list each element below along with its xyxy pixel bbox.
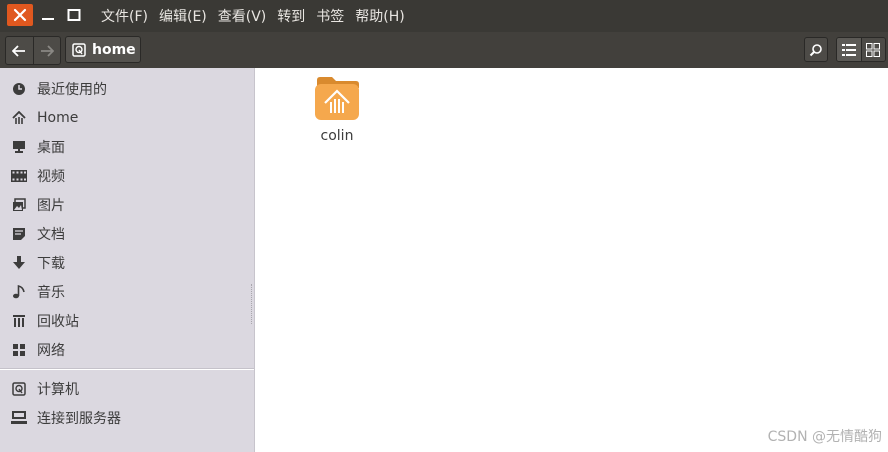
sidebar-item-label: Home: [37, 109, 79, 126]
file-view: colin CSDN @无情酷狗: [255, 68, 888, 452]
sidebar-item-recent[interactable]: 最近使用的: [0, 74, 254, 103]
drive-icon: [72, 42, 86, 57]
sidebar-divider: [0, 368, 254, 370]
maximize-button[interactable]: [64, 4, 84, 26]
clock-icon: [11, 81, 27, 97]
server-icon: [11, 410, 27, 426]
arrow-left-icon: [12, 44, 26, 57]
sidebar-item-downloads[interactable]: 下载: [0, 248, 254, 277]
sidebar-item-label: 音乐: [37, 284, 65, 301]
close-button[interactable]: [7, 4, 33, 26]
toolbar: home: [0, 32, 888, 68]
sidebar-item-network[interactable]: 网络: [0, 335, 254, 364]
close-icon: [13, 8, 27, 22]
list-view-button[interactable]: [837, 38, 861, 61]
watermark-text: CSDN @无情酷狗: [767, 429, 882, 445]
document-icon: [11, 226, 27, 242]
sidebar-item-label: 桌面: [37, 139, 65, 156]
breadcrumb-label: home: [92, 41, 136, 58]
picture-icon: [11, 197, 27, 213]
sidebar: 最近使用的 Home 桌面 视频 图片 文档 下载 音乐 回收站 网络 计算机: [0, 68, 255, 452]
sidebar-item-home[interactable]: Home: [0, 103, 254, 132]
film-icon: [11, 168, 27, 184]
search-icon: [809, 43, 822, 56]
sidebar-item-label: 视频: [37, 168, 65, 185]
sidebar-item-label: 计算机: [37, 381, 79, 398]
menu-edit[interactable]: 编辑(E): [159, 6, 207, 26]
minimize-button[interactable]: [38, 4, 58, 26]
sidebar-item-label: 文档: [37, 226, 65, 243]
music-note-icon: [11, 284, 27, 300]
sidebar-item-label: 图片: [37, 197, 65, 214]
sidebar-item-videos[interactable]: 视频: [0, 161, 254, 190]
menu-file[interactable]: 文件(F): [101, 6, 148, 26]
title-menu-bar: 文件(F) 编辑(E) 查看(V) 转到 书签 帮助(H): [0, 0, 888, 32]
sidebar-item-label: 最近使用的: [37, 81, 107, 98]
sidebar-item-desktop[interactable]: 桌面: [0, 132, 254, 161]
sidebar-item-label: 网络: [37, 342, 65, 359]
navigation-buttons: [5, 36, 61, 65]
sidebar-item-computer[interactable]: 计算机: [0, 374, 254, 403]
drive-icon: [11, 381, 27, 397]
desktop-icon: [11, 139, 27, 155]
sidebar-item-trash[interactable]: 回收站: [0, 306, 254, 335]
list-view-icon: [841, 43, 856, 56]
maximize-icon: [67, 9, 81, 21]
breadcrumb-home[interactable]: home: [65, 36, 141, 63]
sidebar-item-pictures[interactable]: 图片: [0, 190, 254, 219]
search-button[interactable]: [804, 37, 828, 62]
sidebar-item-documents[interactable]: 文档: [0, 219, 254, 248]
sidebar-item-label: 下载: [37, 255, 65, 272]
menu-go[interactable]: 转到: [277, 6, 305, 26]
file-item-colin[interactable]: colin: [307, 76, 367, 144]
minimize-icon: [42, 18, 54, 20]
sidebar-resize-handle[interactable]: [251, 284, 254, 324]
trash-icon: [11, 313, 27, 329]
download-arrow-icon: [11, 255, 27, 271]
menu-bookmarks[interactable]: 书签: [316, 6, 344, 26]
grid-view-button[interactable]: [861, 38, 885, 61]
network-icon: [11, 342, 27, 358]
file-name: colin: [320, 128, 354, 144]
sidebar-item-connect-server[interactable]: 连接到服务器: [0, 403, 254, 432]
home-icon: [11, 110, 27, 126]
menu-help[interactable]: 帮助(H): [355, 6, 404, 26]
forward-button[interactable]: [34, 37, 61, 64]
arrow-right-icon: [40, 44, 54, 57]
sidebar-item-music[interactable]: 音乐: [0, 277, 254, 306]
sidebar-item-label: 回收站: [37, 313, 79, 330]
view-switcher: [836, 37, 886, 62]
home-folder-icon: [315, 77, 359, 120]
menu-view[interactable]: 查看(V): [218, 6, 267, 26]
back-button[interactable]: [6, 37, 33, 64]
grid-view-icon: [866, 42, 881, 57]
menu-bar: 文件(F) 编辑(E) 查看(V) 转到 书签 帮助(H): [101, 0, 405, 32]
sidebar-item-label: 连接到服务器: [37, 410, 121, 427]
